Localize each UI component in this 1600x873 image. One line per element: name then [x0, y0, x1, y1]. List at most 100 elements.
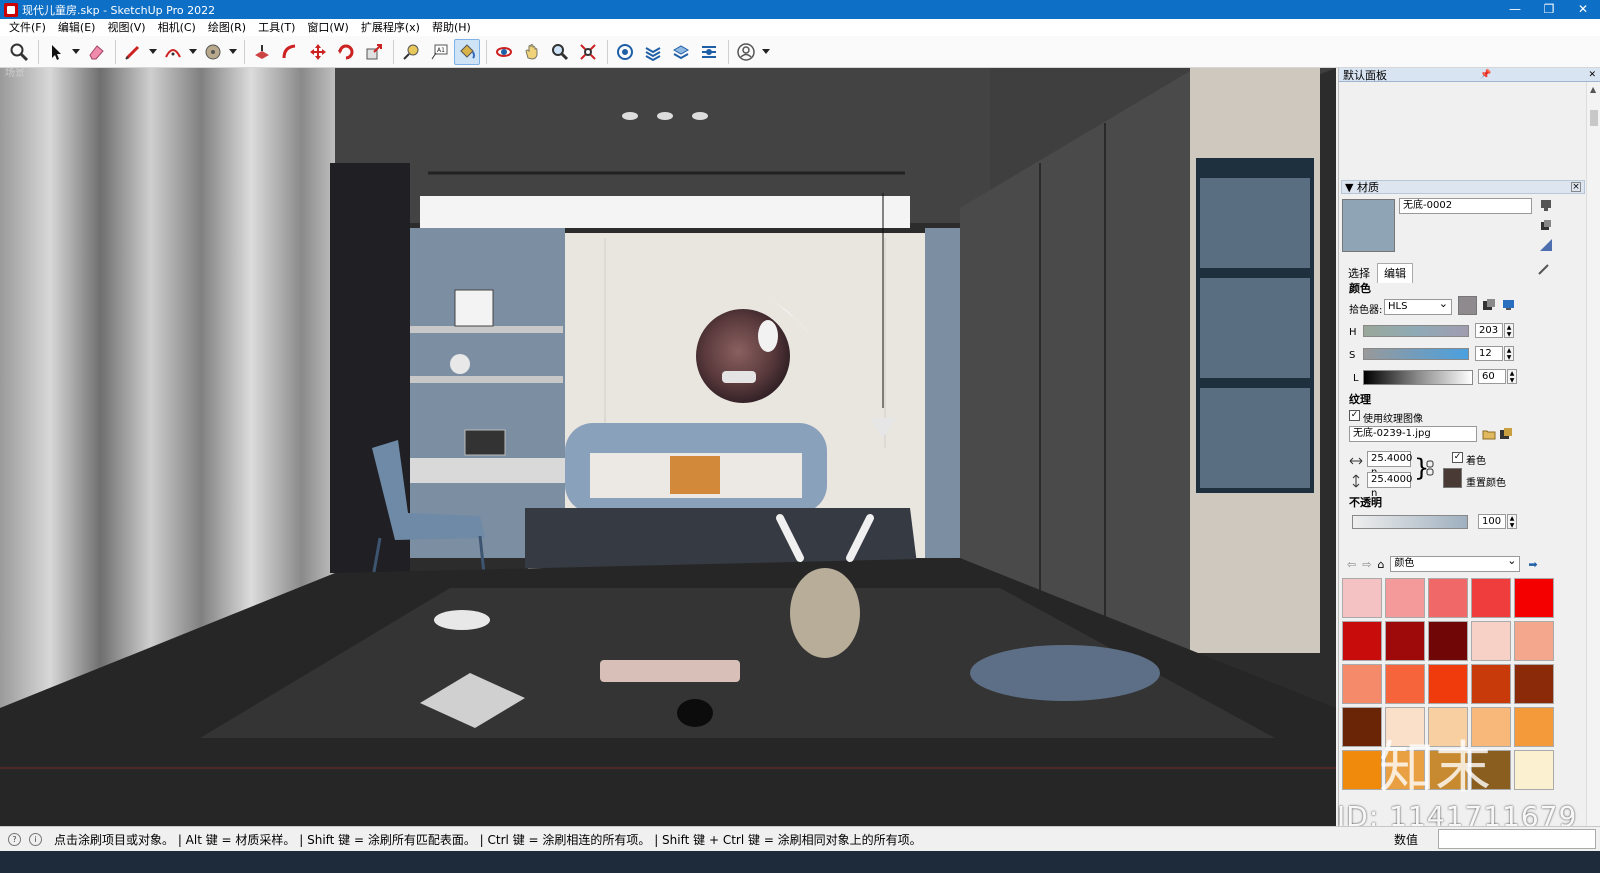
push-pull-icon[interactable] [249, 39, 275, 65]
account-icon[interactable] [733, 39, 759, 65]
opacity-value-field[interactable]: 100 [1478, 514, 1506, 529]
h-value-field[interactable]: 203 [1475, 323, 1503, 338]
details-arrow-icon[interactable]: ➡ [1528, 558, 1537, 571]
menu-draw[interactable]: 绘图(R) [202, 19, 252, 36]
material-preview-swatch[interactable] [1342, 199, 1395, 252]
saturation-slider[interactable] [1363, 348, 1469, 360]
zoom-tool-icon[interactable] [547, 39, 573, 65]
3d-warehouse-icon[interactable] [612, 39, 638, 65]
pencil-icon[interactable] [120, 39, 146, 65]
materials-tray-header[interactable]: ▼ 材质 × [1341, 180, 1585, 194]
palette-swatch[interactable] [1471, 664, 1511, 704]
text-icon[interactable]: A1 [426, 39, 452, 65]
credits-icon[interactable]: i [29, 832, 42, 846]
back-arrow-icon[interactable]: ⇦ [1347, 558, 1356, 571]
menu-extensions[interactable]: 扩展程序(x) [355, 19, 426, 36]
reset-color-label[interactable]: 重置颜色 [1466, 474, 1506, 489]
materials-close-icon[interactable]: × [1571, 182, 1581, 192]
default-material-icon[interactable] [1539, 238, 1553, 252]
menu-help[interactable]: 帮助(H) [426, 19, 477, 36]
3d-viewport[interactable]: 场景 [0, 68, 1336, 826]
palette-swatch[interactable] [1428, 621, 1468, 661]
eraser-icon[interactable] [83, 39, 109, 65]
h-spinner[interactable]: ▲ ▼ [1504, 323, 1514, 338]
tape-measure-icon[interactable] [398, 39, 424, 65]
match-screen-color-icon[interactable] [1502, 298, 1516, 312]
paint-bucket-icon[interactable] [454, 38, 480, 65]
extension-warehouse-icon[interactable] [640, 39, 666, 65]
use-texture-checkbox[interactable]: ✓ [1349, 410, 1360, 421]
edit-texture-icon[interactable] [1499, 427, 1513, 441]
palette-swatch[interactable] [1471, 621, 1511, 661]
texture-file-field[interactable]: 无底-0239-1.jpg [1349, 426, 1477, 442]
zoom-icon[interactable] [6, 39, 32, 65]
collapse-arrow-icon[interactable]: ▼ [1345, 181, 1357, 194]
account-dropdown-icon[interactable] [761, 39, 771, 65]
home-icon[interactable]: ⌂ [1377, 558, 1384, 571]
pencil-dropdown-icon[interactable] [148, 39, 158, 65]
menu-camera[interactable]: 相机(C) [152, 19, 202, 36]
palette-swatch[interactable] [1342, 664, 1382, 704]
panel-scrollbar[interactable]: ▲ [1586, 82, 1600, 826]
zoom-extents-icon[interactable] [575, 39, 601, 65]
menu-file[interactable]: 文件(F) [3, 19, 52, 36]
select-arrow-icon[interactable] [43, 39, 69, 65]
lightness-slider[interactable] [1363, 370, 1473, 385]
shape-icon[interactable] [200, 39, 226, 65]
texture-width-field[interactable]: 25.4000 n [1367, 451, 1412, 478]
rotate-icon[interactable] [333, 39, 359, 65]
pin-icon[interactable]: 📌 [1480, 70, 1491, 80]
collection-select[interactable]: 颜色 [1390, 554, 1521, 572]
opacity-spinner[interactable]: ▲ ▼ [1507, 514, 1517, 529]
follow-me-icon[interactable] [277, 39, 303, 65]
extension-manager-icon[interactable] [696, 39, 722, 65]
maximize-button[interactable]: ❐ [1532, 0, 1566, 19]
palette-swatch[interactable] [1385, 664, 1425, 704]
color-picker-select[interactable]: HLS [1384, 297, 1452, 315]
chain-link-icon[interactable] [1426, 460, 1434, 476]
palette-swatch[interactable] [1428, 578, 1468, 618]
menu-window[interactable]: 窗口(W) [301, 19, 354, 36]
pan-hand-icon[interactable] [519, 39, 545, 65]
l-value-field[interactable]: 60 [1478, 369, 1506, 384]
palette-swatch[interactable] [1428, 664, 1468, 704]
palette-swatch[interactable] [1342, 578, 1382, 618]
orbit-icon[interactable] [491, 39, 517, 65]
scale-icon[interactable] [361, 39, 387, 65]
arc-dropdown-icon[interactable] [188, 39, 198, 65]
forward-arrow-icon[interactable]: ⇨ [1362, 558, 1371, 571]
current-color-chip[interactable] [1458, 296, 1477, 315]
measurements-field[interactable] [1438, 829, 1596, 849]
geo-location-icon[interactable]: ? [8, 832, 21, 846]
menu-tools[interactable]: 工具(T) [252, 19, 301, 36]
palette-swatch[interactable] [1342, 707, 1382, 747]
palette-swatch[interactable] [1471, 578, 1511, 618]
l-spinner[interactable]: ▲ ▼ [1507, 369, 1517, 384]
palette-swatch[interactable] [1514, 578, 1554, 618]
shape-dropdown-icon[interactable] [228, 39, 238, 65]
match-color-model-icon[interactable] [1482, 298, 1496, 312]
palette-swatch[interactable] [1514, 750, 1554, 790]
opacity-slider[interactable] [1352, 515, 1468, 529]
select-dropdown-icon[interactable] [71, 39, 81, 65]
menu-edit[interactable]: 编辑(E) [52, 19, 102, 36]
create-material-icon[interactable] [1539, 218, 1553, 232]
palette-swatch[interactable] [1385, 578, 1425, 618]
hue-slider[interactable] [1363, 325, 1469, 337]
palette-swatch[interactable] [1385, 621, 1425, 661]
s-value-field[interactable]: 12 [1475, 346, 1503, 361]
close-button[interactable]: ✕ [1566, 0, 1600, 19]
palette-swatch[interactable] [1514, 707, 1554, 747]
palette-swatch[interactable] [1342, 621, 1382, 661]
arc-icon[interactable] [160, 39, 186, 65]
palette-swatch[interactable] [1514, 621, 1554, 661]
sample-paint-icon[interactable] [1537, 262, 1551, 276]
palette-swatch[interactable] [1514, 664, 1554, 704]
reset-color-chip[interactable] [1443, 468, 1462, 488]
scroll-up-icon[interactable]: ▲ [1590, 85, 1596, 94]
s-spinner[interactable]: ▲ ▼ [1504, 346, 1514, 361]
minimize-button[interactable]: — [1498, 0, 1532, 19]
layout-icon[interactable] [668, 39, 694, 65]
texture-height-field[interactable]: 25.4000 n [1367, 472, 1412, 499]
scroll-thumb[interactable] [1590, 110, 1598, 126]
